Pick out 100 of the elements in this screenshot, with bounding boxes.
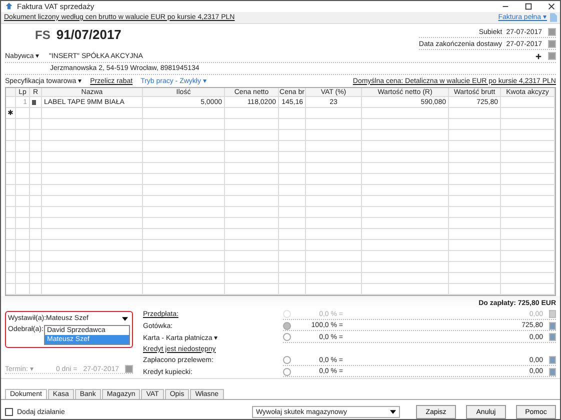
table-cell: [449, 119, 501, 130]
table-cell: [6, 196, 16, 207]
table-cell: [279, 273, 306, 284]
table-cell: [449, 251, 501, 262]
table-cell: [225, 218, 279, 229]
table-cell: [225, 240, 279, 251]
table-cell: [6, 207, 16, 218]
caret-icon: [122, 316, 128, 320]
table-cell: [16, 163, 30, 174]
table-cell: [16, 152, 30, 163]
document-prefix: FS: [35, 28, 50, 42]
table-cell: [306, 174, 362, 185]
table-cell: [501, 262, 555, 273]
table-cell: [449, 196, 501, 207]
table-cell: [279, 284, 306, 295]
table-cell: [449, 141, 501, 152]
table-cell: [16, 207, 30, 218]
table-cell: [501, 163, 555, 174]
radio-button[interactable]: [283, 368, 291, 376]
table-cell: [449, 163, 501, 174]
table-cell: [501, 273, 555, 284]
table-cell: [449, 262, 501, 273]
document-number: 91/07/2017: [56, 27, 122, 42]
table-cell: [30, 152, 42, 163]
table-cell: [501, 240, 555, 251]
square-icon: [32, 100, 36, 104]
table-cell: [225, 273, 279, 284]
table-cell: [306, 229, 362, 240]
radio-button[interactable]: [283, 322, 291, 330]
radio-button[interactable]: [283, 333, 291, 342]
table-cell: [279, 108, 306, 119]
table-cell: [306, 163, 362, 174]
table-cell: [279, 185, 306, 196]
table-cell: [306, 119, 362, 130]
table-cell: [306, 262, 362, 273]
checkbox[interactable]: [5, 408, 13, 416]
table-cell: [6, 218, 16, 229]
table-cell: [279, 251, 306, 262]
table-cell: [501, 130, 555, 141]
table-cell: [501, 251, 555, 262]
table-cell: [6, 163, 16, 174]
table-cell: [306, 196, 362, 207]
document-icon: [550, 12, 557, 22]
table-cell: [279, 174, 306, 185]
table-cell: [449, 284, 501, 295]
table-cell: [449, 152, 501, 163]
table-cell: [225, 284, 279, 295]
table-cell: [16, 119, 30, 130]
table-cell: [501, 108, 555, 119]
table-cell: [30, 251, 42, 262]
caret-icon: [390, 410, 396, 414]
table-cell: [279, 119, 306, 130]
card-icon[interactable]: [548, 52, 556, 60]
table-cell: [16, 218, 30, 229]
table-cell: [279, 152, 306, 163]
radio-button[interactable]: [283, 356, 291, 364]
table-cell: [306, 240, 362, 251]
table-cell: [6, 240, 16, 251]
table-cell: [306, 152, 362, 163]
table-cell: [279, 207, 306, 218]
close-icon[interactable]: [547, 2, 556, 11]
table-cell: [30, 163, 42, 174]
table-cell: [6, 119, 16, 130]
table-cell: [501, 141, 555, 152]
table-cell: [225, 141, 279, 152]
table-cell: [279, 218, 306, 229]
table-cell: [306, 251, 362, 262]
table-cell: [501, 152, 555, 163]
table-cell: [279, 229, 306, 240]
table-cell: [30, 229, 42, 240]
table-cell: [501, 174, 555, 185]
plus-icon[interactable]: [535, 52, 542, 60]
table-cell: [449, 130, 501, 141]
table-cell: [30, 240, 42, 251]
table-cell: [6, 174, 16, 185]
table-cell: [449, 229, 501, 240]
table-cell: [306, 185, 362, 196]
table-cell: [16, 141, 30, 152]
table-cell: [279, 196, 306, 207]
table-cell: [30, 130, 42, 141]
maximize-icon[interactable]: [524, 2, 533, 11]
table-cell: [501, 229, 555, 240]
table-cell: [16, 284, 30, 295]
table-cell: [449, 218, 501, 229]
table-cell: [279, 262, 306, 273]
table-cell: [225, 152, 279, 163]
table-cell: [30, 284, 42, 295]
table-cell: [279, 130, 306, 141]
header-cell: [6, 88, 16, 97]
table-cell: [6, 141, 16, 152]
table-cell: [449, 174, 501, 185]
table-cell: [279, 240, 306, 251]
table-cell: [501, 185, 555, 196]
table-cell: [16, 174, 30, 185]
table-cell: [225, 251, 279, 262]
table-cell: [6, 152, 16, 163]
table-cell: [306, 218, 362, 229]
table-cell: [16, 273, 30, 284]
table-cell: [306, 108, 362, 119]
table-cell: [225, 163, 279, 174]
